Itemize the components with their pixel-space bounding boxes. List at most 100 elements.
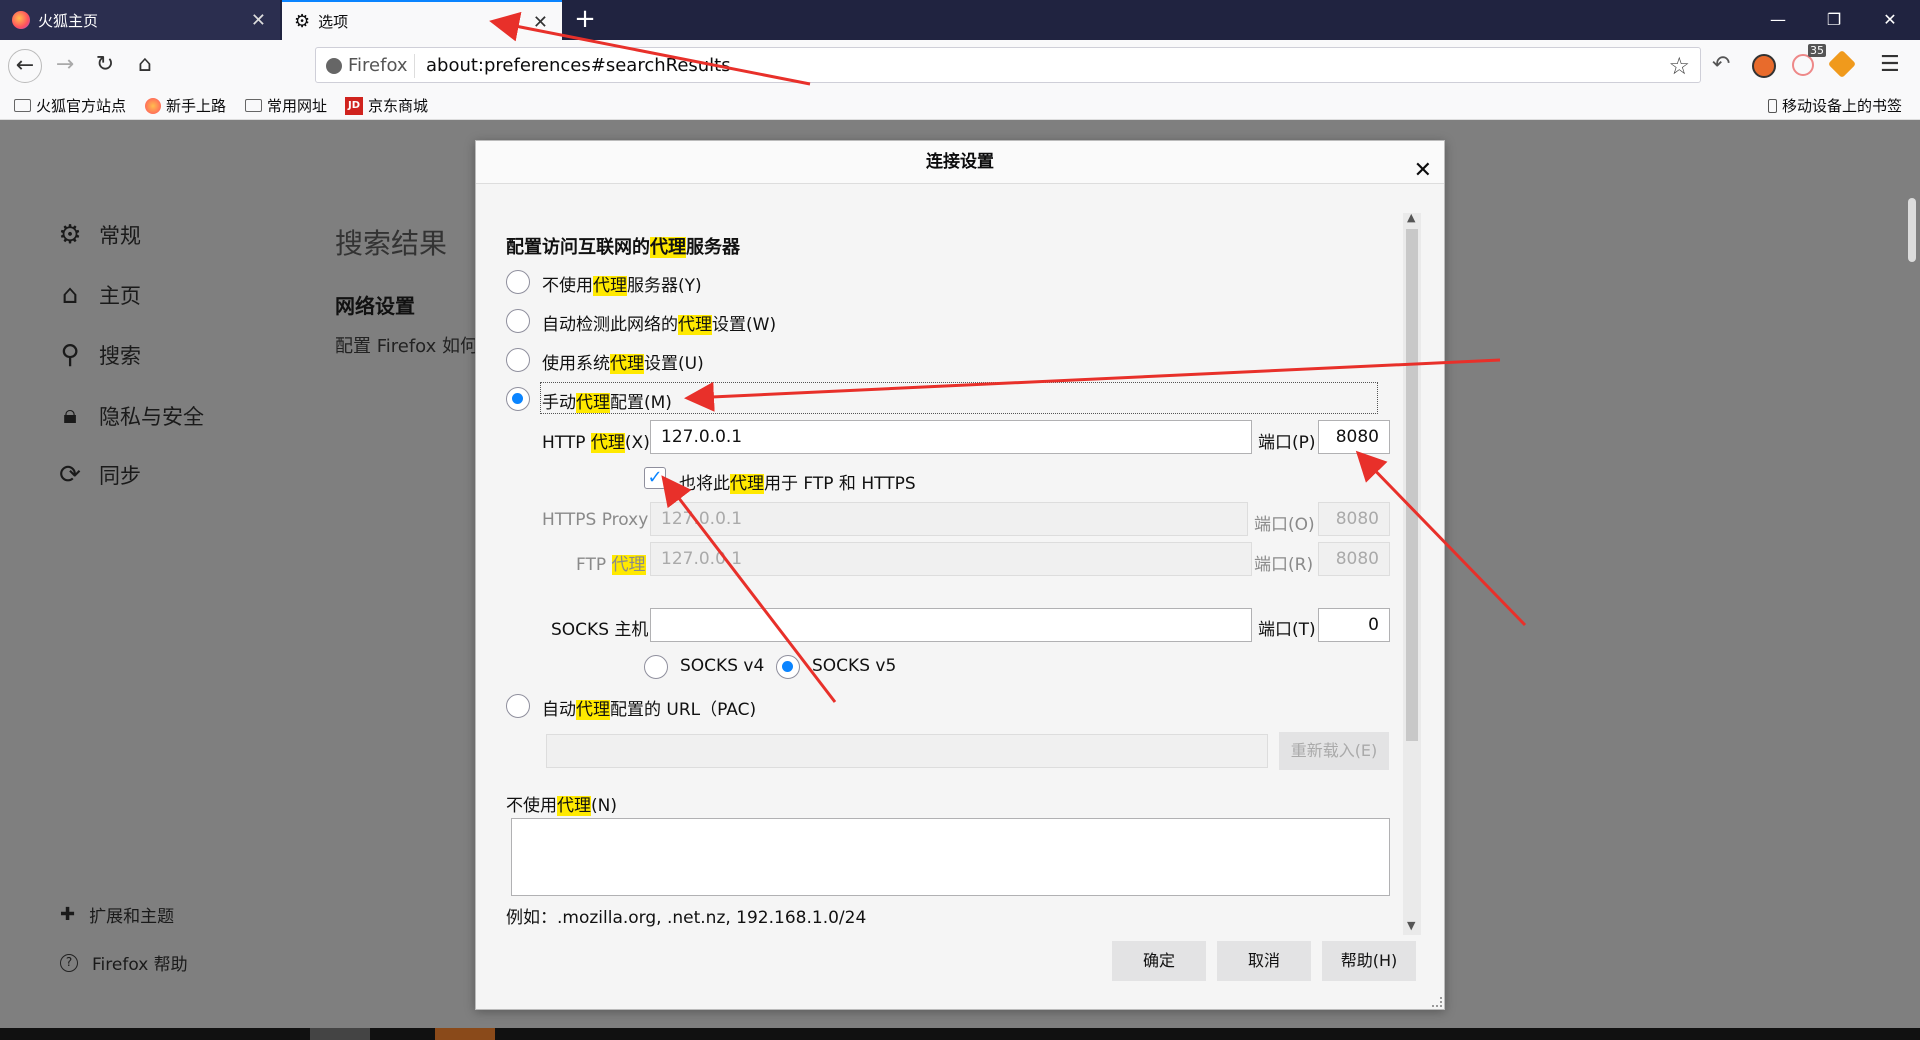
- page-scrollbar[interactable]: [1908, 198, 1916, 262]
- text: 用于 FTP 和 HTTPS: [764, 474, 916, 494]
- extension-icon[interactable]: 35: [1792, 44, 1826, 76]
- cancel-button[interactable]: 取消: [1217, 941, 1311, 981]
- text: HTTP: [542, 433, 591, 453]
- socks-host-input[interactable]: [650, 608, 1252, 642]
- radio-auto-detect[interactable]: [506, 309, 530, 333]
- addon-icon[interactable]: [1827, 49, 1857, 79]
- sidebar-item-label: 同步: [99, 464, 141, 488]
- text: (N): [591, 796, 617, 816]
- lock-icon: 🔒︎: [63, 400, 77, 430]
- highlight: 代理: [557, 796, 591, 816]
- text: 也将此: [679, 474, 730, 494]
- jd-icon: JD: [345, 96, 363, 115]
- tab-options[interactable]: ⚙ 选项 ✕: [282, 0, 562, 40]
- radio-label: 自动检测此网络的代理设置(W): [542, 310, 776, 335]
- http-proxy-label: HTTP 代理(X): [542, 428, 650, 453]
- ftp-proxy-input[interactable]: 127.0.0.1: [650, 542, 1252, 576]
- home-icon: ⌂: [61, 280, 79, 310]
- radio-socks-v5[interactable]: [776, 655, 800, 679]
- no-proxy-textarea[interactable]: [511, 818, 1390, 896]
- close-icon[interactable]: ✕: [251, 10, 266, 31]
- mobile-bookmarks[interactable]: 移动设备上的书签: [1768, 95, 1902, 116]
- forward-button[interactable]: →: [48, 49, 82, 83]
- tab-strip: 火狐主页 ✕ ⚙ 选项 ✕ + — ❐ ✕: [0, 0, 1920, 40]
- text: 设置(W): [712, 315, 777, 335]
- sidebar-item-label: 扩展和主题: [89, 907, 175, 927]
- new-tab-button[interactable]: +: [570, 4, 600, 34]
- sidebar-extensions[interactable]: ✚ 扩展和主题: [60, 902, 174, 927]
- https-proxy-input[interactable]: 127.0.0.1: [650, 502, 1248, 536]
- bookmark-star-icon[interactable]: ☆: [1668, 52, 1690, 80]
- taskbar-item[interactable]: [435, 1028, 495, 1040]
- bookmark-label: 火狐官方站点: [36, 97, 127, 115]
- help-button[interactable]: 帮助(H): [1322, 941, 1416, 981]
- firefox-icon: [12, 11, 30, 29]
- sidebar-item-label: 隐私与安全: [99, 404, 204, 429]
- also-use-checkbox[interactable]: ✓: [644, 467, 666, 489]
- http-port-label: 端口(P): [1258, 433, 1316, 453]
- radio-socks-v4[interactable]: [644, 655, 668, 679]
- radio-no-proxy[interactable]: [506, 270, 530, 294]
- home-button[interactable]: ⌂: [128, 49, 162, 83]
- http-port-input[interactable]: 8080: [1318, 420, 1390, 454]
- radio-label: 不使用代理服务器(Y): [542, 271, 702, 296]
- radio-label: SOCKS v5: [812, 656, 897, 676]
- sidebar-help[interactable]: ? Firefox 帮助: [60, 950, 188, 975]
- adblock-icon[interactable]: [1752, 54, 1776, 78]
- bookmark-item[interactable]: 常用网址: [245, 95, 327, 116]
- close-icon[interactable]: ✕: [533, 12, 548, 33]
- url-bar[interactable]: Firefox about:preferences#searchResults …: [315, 47, 1701, 83]
- scroll-down-icon[interactable]: ▼: [1407, 919, 1415, 932]
- minimize-button[interactable]: —: [1750, 0, 1806, 40]
- radio-pac-url[interactable]: [506, 694, 530, 718]
- radio-manual-proxy[interactable]: [506, 387, 530, 411]
- identity-box[interactable]: Firefox: [326, 55, 408, 76]
- text: 服务器: [686, 237, 740, 258]
- reload-button[interactable]: ↻: [88, 49, 122, 83]
- navigation-toolbar: ← → ↻ ⌂ Firefox about:preferences#search…: [0, 40, 1920, 90]
- tab-title: 选项: [318, 12, 349, 31]
- section-title: 网络设置: [335, 294, 415, 318]
- ftp-port-input[interactable]: 8080: [1318, 542, 1390, 576]
- back-button[interactable]: ←: [8, 49, 42, 83]
- bookmark-item[interactable]: 新手上路: [145, 95, 226, 116]
- undo-icon[interactable]: ↶: [1712, 54, 1736, 78]
- sidebar-item-general[interactable]: ⚙ 常规: [55, 220, 141, 250]
- sidebar-item-privacy[interactable]: 🔒︎ 隐私与安全: [55, 400, 204, 431]
- text: 不使用: [542, 276, 593, 296]
- reload-button[interactable]: 重新载入(E): [1279, 732, 1389, 770]
- text: (X): [624, 433, 650, 453]
- ftp-port-label: 端口(R): [1254, 555, 1314, 575]
- radio-system-proxy[interactable]: [506, 348, 530, 372]
- scrollbar-thumb[interactable]: [1406, 229, 1418, 741]
- socks-port-input[interactable]: 0: [1318, 608, 1390, 642]
- sidebar-item-label: 主页: [99, 284, 141, 308]
- https-port-input[interactable]: 8080: [1318, 502, 1390, 536]
- sidebar-item-search[interactable]: ⚲ 搜索: [55, 340, 141, 370]
- url-text[interactable]: about:preferences#searchResults: [426, 55, 731, 76]
- close-window-button[interactable]: ✕: [1862, 0, 1918, 40]
- close-icon[interactable]: ✕: [1414, 149, 1432, 192]
- dialog-scrollbar[interactable]: ▲ ▼: [1403, 211, 1421, 935]
- bookmark-label: 京东商城: [368, 97, 429, 115]
- resize-grip-icon[interactable]: [1432, 997, 1442, 1007]
- sidebar-item-sync[interactable]: ⟳ 同步: [55, 460, 141, 490]
- menu-icon[interactable]: ☰: [1880, 54, 1904, 78]
- bookmark-item[interactable]: 火狐官方站点: [14, 95, 126, 116]
- http-proxy-input[interactable]: 127.0.0.1: [650, 420, 1252, 454]
- scroll-up-icon[interactable]: ▲: [1407, 211, 1415, 224]
- text: 配置访问互联网的: [506, 237, 650, 258]
- brand-label: Firefox: [348, 55, 408, 76]
- sidebar-item-home[interactable]: ⌂ 主页: [55, 280, 141, 310]
- text: 自动: [542, 700, 576, 720]
- pac-url-input[interactable]: [546, 734, 1268, 768]
- taskbar: [0, 1028, 1920, 1040]
- tab-firefox-home[interactable]: 火狐主页 ✕: [0, 0, 280, 40]
- taskbar-item[interactable]: [310, 1028, 370, 1040]
- page-title: 搜索结果: [335, 227, 448, 260]
- ok-button[interactable]: 确定: [1112, 941, 1206, 981]
- highlight: 代理: [610, 354, 644, 374]
- bookmark-item[interactable]: JD 京东商城: [345, 95, 428, 116]
- gear-icon: ⚙: [58, 220, 82, 250]
- restore-button[interactable]: ❐: [1806, 0, 1862, 40]
